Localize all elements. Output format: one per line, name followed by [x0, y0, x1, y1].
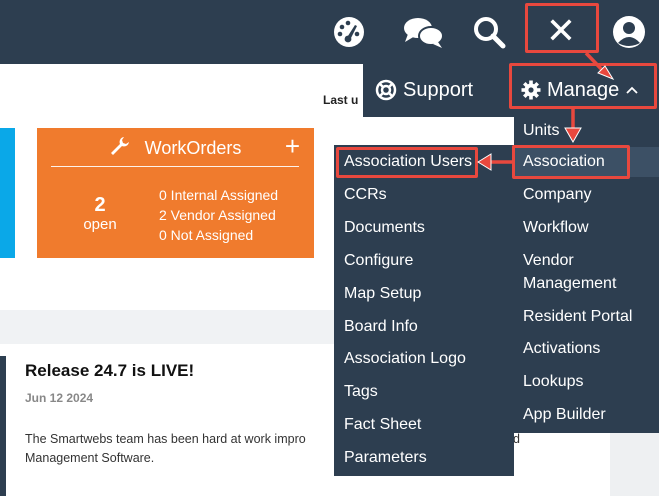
news-title[interactable]: Release 24.7 is LIVE! [25, 361, 194, 381]
workorders-open-count: 2 [94, 194, 106, 216]
workorders-stats: 0 Internal Assigned 2 Vendor Assigned 0 … [159, 185, 278, 245]
stat-internal-assigned: 0 Internal Assigned [159, 187, 279, 203]
assoc-item-board-info[interactable]: Board Info [344, 317, 418, 337]
search-icon[interactable] [469, 12, 509, 52]
news-date: Jun 12 2024 [25, 391, 94, 405]
lifebuoy-icon [375, 79, 397, 101]
news-body-line1: The Smartwebs team has been hard at work… [25, 432, 306, 446]
news-accent-bar [0, 356, 6, 496]
close-callout-box [525, 3, 599, 53]
manage-item-lookups[interactable]: Lookups [523, 372, 584, 392]
association-users-callout-box [336, 147, 478, 178]
dashboard-icon[interactable] [329, 12, 369, 52]
news-body-line2: Management Software. [25, 451, 155, 465]
association-callout-box [512, 145, 630, 179]
support-label: Support [403, 79, 474, 101]
manage-item-units[interactable]: Units [523, 121, 559, 141]
assoc-item-parameters[interactable]: Parameters [344, 448, 427, 468]
assoc-item-ccrs[interactable]: CCRs [344, 185, 387, 205]
assoc-item-fact-sheet[interactable]: Fact Sheet [344, 415, 421, 435]
support-menu[interactable]: Support [375, 78, 473, 102]
stat-not-assigned: 0 Not Assigned [159, 227, 254, 243]
manage-item-vendor-management[interactable]: Vendor [523, 251, 574, 271]
add-workorder-button[interactable]: + [285, 133, 300, 159]
manage-item-app-builder[interactable]: App Builder [523, 405, 606, 425]
last-updated-label: Last u [323, 93, 359, 107]
manage-callout-box [509, 63, 657, 109]
assoc-item-configure[interactable]: Configure [344, 251, 413, 271]
assoc-item-tags[interactable]: Tags [344, 382, 378, 402]
workorders-tile[interactable]: WorkOrders + 2 open 0 Internal Assigned … [37, 128, 314, 258]
stat-vendor-assigned: 2 Vendor Assigned [159, 207, 276, 223]
assoc-item-association-logo[interactable]: Association Logo [344, 349, 466, 369]
workorders-divider [51, 166, 299, 167]
assoc-item-map-setup[interactable]: Map Setup [344, 284, 421, 304]
manage-item-vendor-management-line2[interactable]: Management [523, 274, 616, 294]
manage-item-workflow[interactable]: Workflow [523, 218, 589, 238]
blue-tile-partial[interactable] [0, 128, 15, 258]
manage-item-resident-portal[interactable]: Resident Portal [523, 307, 632, 327]
assoc-item-documents[interactable]: Documents [344, 218, 425, 238]
workorders-open-label: open [83, 216, 117, 233]
wrench-icon [110, 136, 130, 162]
chat-icon[interactable] [401, 12, 447, 52]
workorders-title: WorkOrders [144, 138, 242, 158]
workorders-header: WorkOrders [37, 136, 314, 164]
association-submenu: Association Users CCRs Documents Configu… [334, 145, 514, 476]
user-icon[interactable] [609, 12, 649, 52]
manage-item-activations[interactable]: Activations [523, 339, 600, 359]
manage-item-company[interactable]: Company [523, 185, 591, 205]
